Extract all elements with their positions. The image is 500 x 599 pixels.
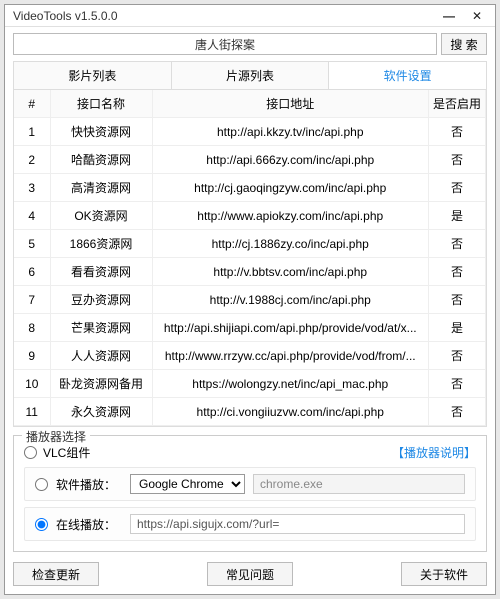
cell-name: OK资源网: [50, 202, 152, 230]
search-input[interactable]: [13, 33, 437, 55]
cell-index: 11: [14, 398, 50, 426]
table-row[interactable]: 8芒果资源网http://api.shijiapi.com/api.php/pr…: [14, 314, 486, 342]
cell-name: 永久资源网: [50, 398, 152, 426]
search-button[interactable]: 搜 索: [441, 33, 487, 55]
faq-button[interactable]: 常见问题: [207, 562, 293, 586]
table-row[interactable]: 1快快资源网http://api.kkzy.tv/inc/api.php否: [14, 118, 486, 146]
cell-name: 1866资源网: [50, 230, 152, 258]
header-addr: 接口地址: [152, 90, 428, 118]
tab-video-list[interactable]: 影片列表: [14, 62, 172, 89]
cell-name: 高清资源网: [50, 174, 152, 202]
radio-vlc-label: VLC组件: [43, 444, 90, 461]
cell-enabled: 否: [428, 258, 485, 286]
radio-vlc[interactable]: [24, 446, 37, 459]
cell-name: 芒果资源网: [50, 314, 152, 342]
about-button[interactable]: 关于软件: [401, 562, 487, 586]
software-select[interactable]: Google Chrome: [130, 474, 245, 494]
check-update-button[interactable]: 检查更新: [13, 562, 99, 586]
cell-addr: http://www.rrzyw.cc/api.php/provide/vod/…: [152, 342, 428, 370]
close-button[interactable]: ✕: [463, 9, 491, 23]
radio-online-label: 在线播放：: [56, 516, 122, 533]
cell-enabled: 否: [428, 398, 485, 426]
cell-index: 3: [14, 174, 50, 202]
table-row[interactable]: 2哈酷资源网http://api.666zy.com/inc/api.php否: [14, 146, 486, 174]
table-header-row: # 接口名称 接口地址 是否启用: [14, 90, 486, 118]
cell-name: 看看资源网: [50, 258, 152, 286]
cell-name: 快快资源网: [50, 118, 152, 146]
footer: 检查更新 常见问题 关于软件: [13, 562, 487, 586]
player-fieldset: 播放器选择 VLC组件 【播放器说明】 软件播放： Google Chrome …: [13, 435, 487, 552]
cell-addr: http://www.apiokzy.com/inc/api.php: [152, 202, 428, 230]
cell-enabled: 否: [428, 230, 485, 258]
cell-index: 1: [14, 118, 50, 146]
radio-online[interactable]: [35, 518, 48, 531]
player-legend: 播放器选择: [22, 428, 90, 445]
radio-software-row: 软件播放： Google Chrome: [24, 467, 476, 501]
tab-bar: 影片列表 片源列表 软件设置: [13, 61, 487, 89]
minimize-button[interactable]: —: [435, 9, 463, 23]
radio-software-label: 软件播放：: [56, 476, 122, 493]
cell-index: 9: [14, 342, 50, 370]
table-row[interactable]: 10卧龙资源网备用https://wolongzy.net/inc/api_ma…: [14, 370, 486, 398]
cell-enabled: 是: [428, 314, 485, 342]
radio-vlc-row[interactable]: VLC组件: [24, 444, 90, 461]
radio-online-row: 在线播放：: [24, 507, 476, 541]
cell-name: 哈酷资源网: [50, 146, 152, 174]
cell-name: 人人资源网: [50, 342, 152, 370]
header-name: 接口名称: [50, 90, 152, 118]
cell-name: 豆办资源网: [50, 286, 152, 314]
cell-index: 8: [14, 314, 50, 342]
online-url-field[interactable]: [130, 514, 465, 534]
app-window: VideoTools v1.5.0.0 — ✕ 搜 索 影片列表 片源列表 软件…: [4, 4, 496, 595]
cell-index: 2: [14, 146, 50, 174]
cell-enabled: 否: [428, 370, 485, 398]
header-enabled: 是否启用: [428, 90, 485, 118]
window-title: VideoTools v1.5.0.0: [13, 9, 435, 23]
tab-settings[interactable]: 软件设置: [329, 62, 486, 89]
cell-enabled: 是: [428, 202, 485, 230]
table-row[interactable]: 51866资源网http://cj.1886zy.co/inc/api.php否: [14, 230, 486, 258]
cell-index: 4: [14, 202, 50, 230]
table-row[interactable]: 3高清资源网http://cj.gaoqingzyw.com/inc/api.p…: [14, 174, 486, 202]
cell-addr: https://wolongzy.net/inc/api_mac.php: [152, 370, 428, 398]
table-row[interactable]: 9人人资源网http://www.rrzyw.cc/api.php/provid…: [14, 342, 486, 370]
cell-index: 7: [14, 286, 50, 314]
cell-name: 卧龙资源网备用: [50, 370, 152, 398]
table-row[interactable]: 6看看资源网http://v.bbtsv.com/inc/api.php否: [14, 258, 486, 286]
cell-index: 5: [14, 230, 50, 258]
cell-enabled: 否: [428, 118, 485, 146]
cell-addr: http://cj.1886zy.co/inc/api.php: [152, 230, 428, 258]
cell-addr: http://api.shijiapi.com/api.php/provide/…: [152, 314, 428, 342]
table-row[interactable]: 4OK资源网http://www.apiokzy.com/inc/api.php…: [14, 202, 486, 230]
player-help-link[interactable]: 【播放器说明】: [392, 444, 476, 461]
cell-addr: http://v.1988cj.com/inc/api.php: [152, 286, 428, 314]
api-table: # 接口名称 接口地址 是否启用 1快快资源网http://api.kkzy.t…: [13, 89, 487, 427]
cell-addr: http://api.kkzy.tv/inc/api.php: [152, 118, 428, 146]
radio-software[interactable]: [35, 478, 48, 491]
software-exe-field: [253, 474, 465, 494]
header-index: #: [14, 90, 50, 118]
tab-source-list[interactable]: 片源列表: [172, 62, 330, 89]
cell-enabled: 否: [428, 342, 485, 370]
cell-addr: http://v.bbtsv.com/inc/api.php: [152, 258, 428, 286]
titlebar: VideoTools v1.5.0.0 — ✕: [5, 5, 495, 27]
content-area: 搜 索 影片列表 片源列表 软件设置 # 接口名称 接口地址 是否启用 1快快资…: [5, 27, 495, 594]
cell-addr: http://ci.vongiiuzvw.com/inc/api.php: [152, 398, 428, 426]
search-row: 搜 索: [13, 33, 487, 55]
cell-index: 10: [14, 370, 50, 398]
table-row[interactable]: 11永久资源网http://ci.vongiiuzvw.com/inc/api.…: [14, 398, 486, 426]
table-row[interactable]: 7豆办资源网http://v.1988cj.com/inc/api.php否: [14, 286, 486, 314]
cell-enabled: 否: [428, 174, 485, 202]
cell-enabled: 否: [428, 286, 485, 314]
cell-enabled: 否: [428, 146, 485, 174]
cell-addr: http://cj.gaoqingzyw.com/inc/api.php: [152, 174, 428, 202]
cell-addr: http://api.666zy.com/inc/api.php: [152, 146, 428, 174]
cell-index: 6: [14, 258, 50, 286]
